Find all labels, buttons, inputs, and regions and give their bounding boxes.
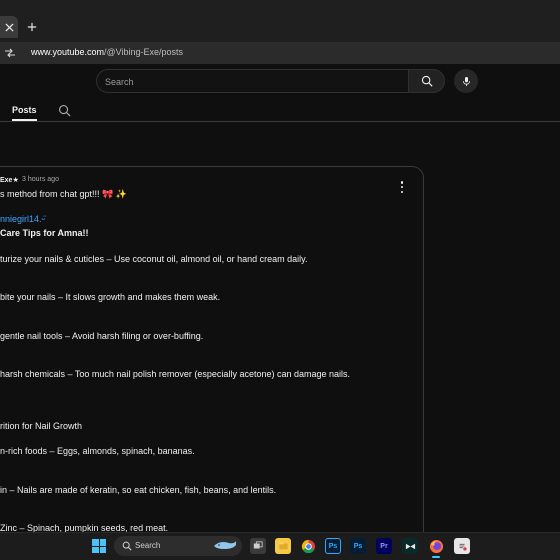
tabs-divider: [0, 121, 560, 122]
microphone-icon: [462, 76, 470, 86]
post-text-line: turize your nails & cuticles – Use cocon…: [0, 254, 308, 264]
post-more-options-button[interactable]: [396, 180, 408, 194]
file-explorer-icon[interactable]: [275, 538, 291, 554]
search-input[interactable]: [105, 75, 395, 89]
taskbar-search-label: Search: [135, 541, 161, 550]
close-icon: [4, 22, 14, 32]
site-settings-icon[interactable]: [4, 47, 16, 59]
post-text-line: gentle nail tools – Avoid harsh filing o…: [0, 331, 204, 341]
search-box[interactable]: [96, 69, 408, 93]
tab-close-button[interactable]: [0, 16, 18, 38]
chrome-icon[interactable]: [300, 538, 316, 554]
url-host: www.youtube.com: [31, 47, 105, 57]
post-mention-link[interactable]: nniegirl14.ᵕ̈: [0, 214, 45, 224]
post-text-line: in – Nails are made of keratin, so eat c…: [0, 485, 277, 495]
search-icon: [421, 75, 433, 87]
post-author[interactable]: Exe★: [0, 176, 19, 184]
capcut-icon[interactable]: [402, 538, 418, 554]
post-timestamp[interactable]: 3 hours ago: [22, 176, 59, 183]
photoshop-icon[interactable]: Ps: [350, 538, 366, 554]
channel-search-icon[interactable]: [58, 104, 71, 117]
post-heading: Care Tips for Amna!!: [0, 228, 89, 238]
tab-posts[interactable]: Posts: [12, 105, 37, 115]
voice-search-button[interactable]: [454, 69, 478, 93]
search-highlight-whale-icon: [214, 541, 236, 549]
tab-title-fragment[interactable]: o: [0, 0, 4, 8]
windows-start-icon[interactable]: [92, 539, 106, 553]
firefox-icon[interactable]: [428, 538, 444, 554]
task-view-icon[interactable]: [250, 538, 266, 554]
plus-icon: [27, 22, 37, 32]
premiere-pro-icon[interactable]: Pr: [376, 538, 392, 554]
notepad-icon[interactable]: [454, 538, 470, 554]
post-text-line: harsh chemicals – Too much nail polish r…: [0, 369, 351, 379]
search-button[interactable]: [408, 69, 445, 93]
post-heading: rition for Nail Growth: [0, 421, 83, 431]
url-path: /@Vibing-Exe/posts: [104, 47, 184, 57]
new-tab-button[interactable]: [24, 19, 40, 35]
post-text-line: s method from chat gpt!!! 🎀 ✨: [0, 189, 127, 199]
photoshop-icon[interactable]: Ps: [325, 538, 341, 554]
url-text[interactable]: www.youtube.com/@Vibing-Exe/posts: [31, 47, 183, 57]
post-text-line: n-rich foods – Eggs, almonds, spinach, b…: [0, 446, 195, 456]
more-vert-icon: [400, 181, 404, 184]
tab-strip: [0, 0, 560, 42]
taskbar-search-icon: [122, 541, 132, 551]
post-text-line: bite your nails – It slows growth and ma…: [0, 292, 221, 302]
active-app-indicator: [432, 556, 440, 558]
